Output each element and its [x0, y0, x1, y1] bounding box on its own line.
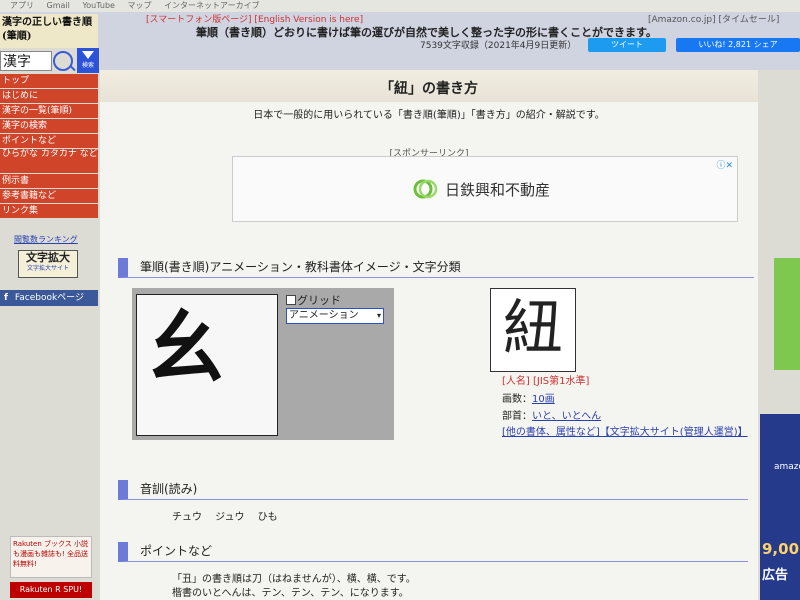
radical-row: 部首：いと、いとへん	[502, 407, 601, 422]
section-heading-points: ポイントなど	[118, 542, 748, 562]
right-green-widget[interactable]	[774, 258, 800, 370]
section-heading-animation: 筆順(書き順)アニメーション・教科書体イメージ・文字分類	[118, 258, 754, 278]
more-fonts-link[interactable]: [他の書体、属性など]【文字拡大サイト(管理人運営)】	[502, 426, 752, 440]
moji-kakudai-sub: 文字拡大サイト	[26, 265, 69, 272]
menu-item-examples[interactable]: 例示書	[0, 174, 98, 188]
ad-close-icon[interactable]: ⓘ✕	[716, 158, 733, 171]
facebook-page-label: Facebookページ	[14, 293, 84, 303]
chevron-down-icon: ▾	[376, 311, 381, 320]
menu-item-kanji-list[interactable]: 漢字の一覧(筆順)	[0, 104, 98, 118]
stroke-animation-canvas: 幺	[136, 294, 278, 436]
grid-toggle[interactable]: グリッド	[286, 292, 341, 308]
facebook-icon: f	[4, 293, 8, 303]
search-submit-button[interactable]: 検索	[77, 48, 99, 73]
menu-item-points[interactable]: ポイントなど	[0, 134, 98, 148]
ad-text: 日鉄興和不動産	[445, 181, 551, 199]
ranking-link[interactable]: 閲覧数ランキング	[14, 234, 78, 245]
radical-link[interactable]: いと、いとへん	[532, 411, 601, 422]
moji-kakudai-title: 文字拡大	[26, 251, 70, 264]
arrow-down-icon	[82, 51, 94, 59]
menu-item-references[interactable]: 参考書籍など	[0, 189, 98, 203]
stroke-count-link[interactable]: 10画	[532, 394, 555, 405]
sponsored-ad[interactable]: 日鉄興和不動産 ⓘ✕	[232, 156, 738, 222]
side-menu: トップ はじめに 漢字の一覧(筆順) 漢字の検索 ポイントなど ひらがな カタカ…	[0, 74, 98, 219]
amazon-price: 9,00	[762, 540, 800, 558]
page-title: 「紐」の書き方	[380, 81, 478, 97]
radical-label: 部首：	[502, 411, 532, 422]
left-sidebar: 漢字 検索 トップ はじめに 漢字の一覧(筆順) 漢字の検索 ポイントなど ひら…	[0, 48, 100, 600]
grid-checkbox[interactable]	[286, 295, 296, 305]
menu-item-links[interactable]: リンク集	[0, 204, 98, 218]
search-submit-label: 検索	[81, 62, 94, 69]
animation-panel: 幺 グリッド アニメーション ▾	[132, 288, 394, 440]
bookmark-archive[interactable]: インターネットアーカイブ	[164, 0, 260, 11]
stroke-count-row: 画数：10画	[502, 390, 555, 405]
bookmark-gmail[interactable]: Gmail	[47, 0, 70, 11]
facebook-like-button[interactable]: いいね! 2,821 シェア	[676, 38, 800, 52]
facebook-page-link[interactable]: f Facebookページ	[0, 290, 98, 306]
amazon-ad[interactable]: amazon 9,00 広告	[760, 414, 800, 600]
bookmark-apps[interactable]: アプリ	[10, 0, 34, 11]
bookmark-maps[interactable]: マップ	[128, 0, 152, 11]
rakuten-books-ad[interactable]: Rakuten ブックス 小説も漫画も雑誌も! 全品送料無料!	[10, 536, 92, 578]
amazon-links[interactable]: [Amazon.co.jp] [タイムセール]	[648, 12, 779, 25]
rakuten-spu-ad[interactable]: Rakuten R SPU!	[10, 582, 92, 598]
amazon-ad-word: 広告	[762, 568, 789, 583]
animation-mode-select[interactable]: アニメーション ▾	[286, 308, 384, 324]
menu-item-top[interactable]: トップ	[0, 74, 98, 88]
site-stats: 7539文字収録（2021年4月9日更新）	[420, 41, 577, 51]
animation-mode-value: アニメーション	[289, 310, 359, 321]
animation-glyph: 幺	[147, 303, 226, 394]
grid-label: グリッド	[297, 294, 341, 307]
section-heading-readings: 音訓(読み)	[118, 480, 748, 500]
point-text-1: 「丑」の書き順は刀（はねませんが）、横、横、です。	[172, 574, 416, 585]
bookmarks-bar: アプリ Gmail YouTube マップ インターネットアーカイブ	[0, 0, 800, 12]
right-column: amazon 9,00 広告	[758, 70, 800, 600]
readings-text: チュウ ジュウ ひも	[172, 512, 278, 523]
page-description: 日本で一般的に用いられている「書き順(筆順)」「書き方」の紹介・解説です。	[253, 110, 605, 121]
menu-item-kanji-search[interactable]: 漢字の検索	[0, 119, 98, 133]
search-icon[interactable]	[53, 51, 73, 71]
menu-item-intro[interactable]: はじめに	[0, 89, 98, 103]
tweet-button[interactable]: ツイート	[588, 38, 666, 52]
char-tags[interactable]: [人名] [JIS第1水準]	[502, 372, 589, 387]
moji-kakudai-banner[interactable]: 文字拡大 文字拡大サイト	[18, 250, 78, 278]
kanji-glyph: 紐	[503, 294, 563, 364]
ad-logo-icon	[413, 179, 438, 199]
textbook-char-image: 紐	[490, 288, 576, 372]
bookmark-youtube[interactable]: YouTube	[82, 0, 115, 11]
site-header: 漢字の正しい書き順(筆順) [スマートフォン版ページ] [English Ver…	[0, 12, 800, 70]
amazon-label: amazon	[774, 462, 800, 472]
main-content: 「紐」の書き方 日本で一般的に用いられている「書き順(筆順)」「書き方」の紹介・…	[100, 70, 758, 600]
menu-item-kana[interactable]: ひらがな カタカナ など	[0, 149, 98, 173]
point-text-2: 楷書のいとへんは、テン、テン、テン、になります。	[172, 588, 409, 599]
search-input[interactable]: 漢字	[0, 51, 52, 71]
stroke-count-label: 画数：	[502, 394, 532, 405]
